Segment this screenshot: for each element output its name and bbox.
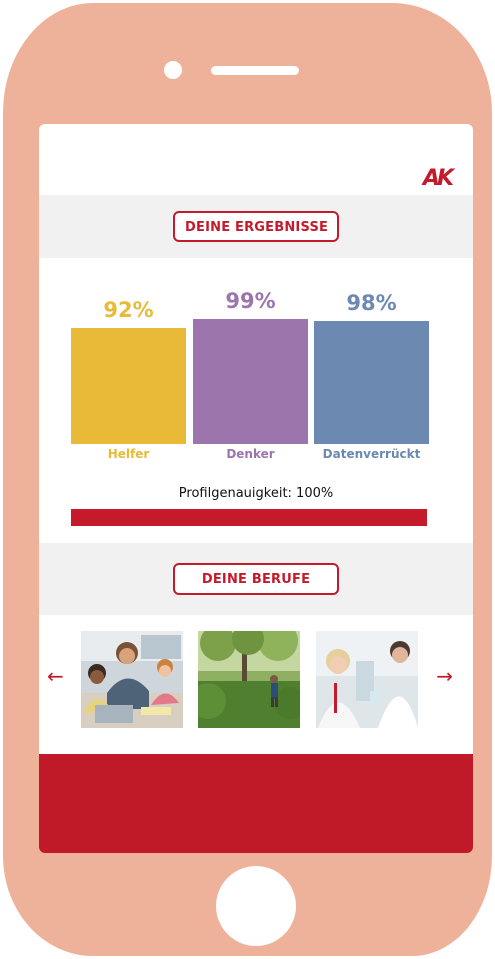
bar-3: [314, 321, 429, 444]
job-image-classroom[interactable]: [81, 631, 183, 728]
bar-category-label: Helfer: [107, 447, 150, 461]
footer-band: [39, 754, 473, 853]
app-screen: AK DEINE ERGEBNISSE 92% Helfer 99% Denker 98…: [39, 124, 473, 853]
bar-column-2: 99% Denker: [193, 258, 308, 461]
arrow-right-icon[interactable]: →: [436, 666, 453, 686]
ak-logo: AK: [422, 166, 454, 191]
jobs-heading: DEINE BERUFE: [173, 563, 339, 595]
bar-column-1: 92% Helfer: [71, 258, 186, 461]
profile-accuracy-fill: [71, 509, 427, 526]
camera-dot: [164, 61, 182, 79]
results-bar-chart: 92% Helfer 99% Denker 98% Datenverrückt: [39, 258, 473, 461]
jobs-header-band: DEINE BERUFE: [39, 543, 473, 615]
bar-value-label: 99%: [225, 289, 276, 313]
profile-accuracy-label: Profilgenauigkeit: 100%: [178, 486, 334, 501]
arrow-left-icon[interactable]: ←: [47, 666, 64, 686]
bar-2: [193, 319, 308, 444]
speaker-slot: [211, 66, 299, 75]
results-heading: DEINE ERGEBNISSE: [173, 211, 339, 242]
bar-value-label: 98%: [346, 291, 397, 315]
page: AK DEINE ERGEBNISSE 92% Helfer 99% Denker 98…: [0, 0, 495, 959]
job-image-forest[interactable]: [198, 631, 300, 728]
bar-column-3: 98% Datenverrückt: [314, 258, 429, 461]
phone-frame: AK DEINE ERGEBNISSE 92% Helfer 99% Denker 98…: [3, 3, 492, 956]
job-image-laboratory[interactable]: [316, 631, 418, 728]
bar-category-label: Datenverrückt: [322, 447, 421, 461]
bar-category-label: Denker: [226, 447, 275, 461]
bar-value-label: 92%: [103, 298, 154, 322]
results-header-band: DEINE ERGEBNISSE: [39, 195, 473, 258]
bar-1: [71, 328, 186, 444]
profile-accuracy-bar: [71, 509, 427, 526]
home-button[interactable]: [216, 866, 296, 946]
